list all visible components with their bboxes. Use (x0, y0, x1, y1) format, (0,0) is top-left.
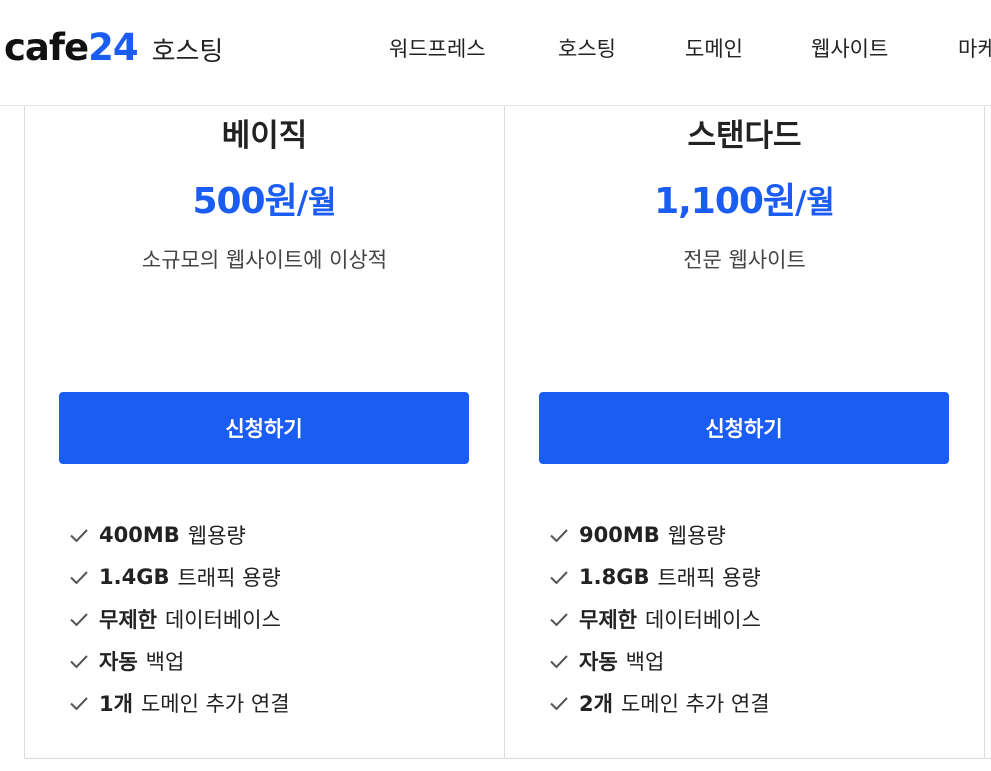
plan-card-partial (984, 104, 991, 759)
checkmark-icon (70, 529, 88, 543)
nav-item-hosting[interactable]: 호스팅 (558, 33, 616, 63)
feature-value: 무제한 (99, 608, 157, 632)
feature-list: 900MB 웹용량 1.8GB 트래픽 용량 무제한 데이터베이스 자동 백업 2개 도메… (547, 514, 770, 724)
feature-list: 400MB 웹용량 1.4GB 트래픽 용량 무제한 데이터베이스 자동 백업 1개 도메… (67, 514, 290, 724)
price-amount: 1,100원 (654, 181, 796, 222)
feature-value: 1.8GB (579, 565, 650, 589)
price-amount: 500원 (192, 181, 297, 222)
price-period: /월 (296, 185, 337, 221)
nav-item-domain[interactable]: 도메인 (685, 33, 743, 63)
nav-item-marketing[interactable]: 마케 (958, 33, 991, 63)
feature-item: 1개 도메인 추가 연결 (67, 682, 290, 724)
plan-price: 1,100원/월 (505, 172, 984, 224)
checkmark-icon (70, 613, 88, 627)
feature-item: 무제한 데이터베이스 (67, 598, 290, 640)
checkmark-icon (70, 571, 88, 585)
checkmark-icon (550, 529, 568, 543)
feature-value: 400MB (99, 523, 180, 547)
plan-cards: 베이직 500원/월 소규모의 웹사이트에 이상적 신청하기 400MB 웹용량 … (0, 104, 991, 771)
feature-label: 백업 (145, 650, 185, 674)
feature-value: 900MB (579, 523, 660, 547)
plan-card-basic: 베이직 500원/월 소규모의 웹사이트에 이상적 신청하기 400MB 웹용량 … (24, 104, 505, 759)
feature-label: 데이터베이스 (644, 608, 761, 632)
plan-card-standard: 스탠다드 1,100원/월 전문 웹사이트 신청하기 900MB 웹용량 1.8G… (504, 104, 985, 759)
feature-item: 자동 백업 (547, 640, 770, 682)
feature-item: 무제한 데이터베이스 (547, 598, 770, 640)
checkmark-icon (550, 571, 568, 585)
apply-button[interactable]: 신청하기 (539, 392, 949, 464)
plan-name: 스탠다드 (687, 118, 802, 154)
feature-value: 1개 (99, 692, 133, 716)
checkmark-icon (550, 655, 568, 669)
feature-value: 자동 (99, 650, 138, 674)
feature-item: 자동 백업 (67, 640, 290, 682)
checkmark-icon (550, 697, 568, 711)
nav-item-wordpress[interactable]: 워드프레스 (389, 33, 486, 63)
plan-price: 500원/월 (25, 172, 504, 224)
main-nav: 워드프레스 호스팅 도메인 웹사이트 마케 (0, 33, 991, 63)
feature-label: 웹용량 (667, 524, 726, 548)
feature-label: 백업 (625, 650, 665, 674)
plan-name: 베이직 (221, 118, 308, 154)
feature-item: 1.4GB 트래픽 용량 (67, 556, 290, 598)
feature-value: 무제한 (579, 608, 637, 632)
checkmark-icon (70, 697, 88, 711)
apply-button[interactable]: 신청하기 (59, 392, 469, 464)
nav-item-website[interactable]: 웹사이트 (811, 33, 888, 63)
feature-value: 2개 (579, 692, 613, 716)
feature-label: 도메인 추가 연결 (620, 692, 770, 716)
feature-value: 자동 (579, 650, 618, 674)
feature-item: 400MB 웹용량 (67, 514, 290, 556)
feature-item: 900MB 웹용량 (547, 514, 770, 556)
checkmark-icon (550, 613, 568, 627)
plan-description: 소규모의 웹사이트에 이상적 (141, 248, 388, 272)
feature-label: 트래픽 용량 (657, 566, 761, 590)
feature-item: 2개 도메인 추가 연결 (547, 682, 770, 724)
feature-label: 트래픽 용량 (177, 566, 281, 590)
plan-description: 전문 웹사이트 (683, 248, 806, 272)
feature-label: 웹용량 (187, 524, 246, 548)
feature-value: 1.4GB (99, 565, 170, 589)
price-period: /월 (795, 185, 835, 221)
feature-label: 데이터베이스 (164, 608, 281, 632)
checkmark-icon (70, 655, 88, 669)
site-header: cafe 24 호스팅 워드프레스 호스팅 도메인 웹사이트 마케 (0, 0, 991, 106)
feature-item: 1.8GB 트래픽 용량 (547, 556, 770, 598)
feature-label: 도메인 추가 연결 (140, 692, 290, 716)
